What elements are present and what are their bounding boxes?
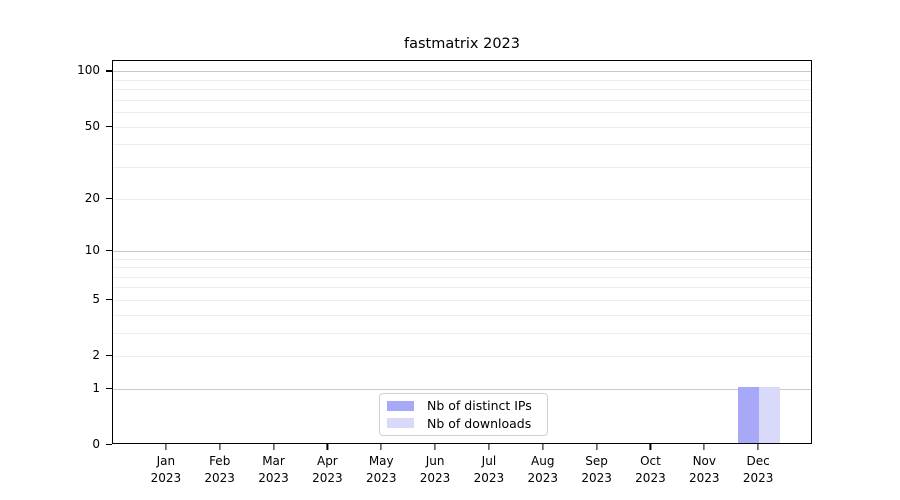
bar-downloads [759,386,781,443]
y-tick-label: 5 [92,291,100,306]
legend-item: Nb of downloads [387,415,540,433]
x-tick-label: Mar 2023 [244,453,304,486]
y-axis: 0 1 2 5 10 20 50 100 [0,60,112,450]
gridline-minor [113,356,811,358]
x-tick-month: Feb [209,454,231,468]
gridline-major [113,250,811,252]
x-tick-year: 2023 [312,470,343,485]
x-tick-mark [542,444,544,450]
legend-label: Nb of downloads [427,415,532,431]
x-tick-label: Apr 2023 [297,453,357,486]
gridline-minor [113,99,811,101]
gridline-major [113,388,811,390]
gridline-minor [113,79,811,81]
x-tick-year: 2023 [258,470,289,485]
legend-swatch-distinct-ips [387,400,414,411]
x-tick-month: Jun [425,454,445,468]
x-tick-year: 2023 [419,470,451,485]
y-tick-label: 0 [92,437,100,451]
x-tick-label: Feb 2023 [190,453,250,486]
legend-label: Nb of distinct IPs [427,398,532,414]
x-axis: Jan 2023 Feb 2023 Mar 2023 Apr 2023 May 2023 Jun 20… [112,444,812,500]
gridline-minor [113,314,811,316]
chart-title: fastmatrix 2023 [403,36,520,52]
x-tick-label: Aug 2023 [513,453,573,486]
x-tick-year: 2023 [150,470,182,485]
x-tick-mark [326,444,328,450]
gridline-minor [113,267,811,269]
gridline-minor [113,299,811,301]
x-tick-mark [596,444,598,450]
x-tick-month: Nov [692,454,716,468]
x-tick-mark [434,444,436,450]
x-tick-mark [219,444,221,450]
x-tick-label: Nov 2023 [674,453,734,486]
x-tick-year: 2023 [365,470,397,485]
chart: fastmatrix 2023 0 1 2 5 10 20 50 100 Nb of dist… [0,0,900,500]
x-tick-label: Dec 2023 [728,453,788,486]
x-tick-mark [703,444,705,450]
x-tick-label: Oct 2023 [620,453,680,486]
x-tick-month: Oct [640,454,661,468]
x-tick-year: 2023 [581,470,612,485]
gridline-minor [113,276,811,278]
gridline-minor [113,126,811,128]
legend-item: Nb of distinct IPs [387,397,540,415]
gridline-major [113,71,811,73]
x-tick-label: Sep 2023 [567,453,627,486]
x-tick-mark [488,444,490,450]
gridline-minor [113,332,811,334]
gridline-minor [113,258,811,260]
gridline-minor [113,287,811,289]
x-tick-mark [757,444,759,450]
x-tick-year: 2023 [635,470,666,485]
x-tick-month: Mar [262,454,285,468]
x-tick-month: Dec [746,454,770,468]
x-tick-month: Jul [481,454,497,468]
x-tick-month: May [368,454,394,468]
y-tick-label: 2 [92,348,100,363]
gridline-minor [113,112,811,114]
x-tick-year: 2023 [473,470,505,485]
x-tick-mark [272,444,275,450]
x-tick-label: Jul 2023 [459,453,519,486]
gridline-minor [113,198,811,200]
x-tick-mark [649,444,652,450]
x-tick-label: Jan 2023 [136,453,196,486]
x-tick-year: 2023 [742,470,774,485]
x-tick-label: May 2023 [351,453,411,486]
x-tick-month: Aug [531,454,555,468]
y-tick-label: 20 [84,190,100,205]
x-tick-mark [380,444,382,450]
x-tick-month: Apr [316,454,338,468]
gridline-minor [113,89,811,91]
y-tick-label: 50 [84,118,100,133]
plot-area: Nb of distinct IPs Nb of downloads [112,60,812,444]
x-tick-mark [165,444,167,450]
x-tick-year: 2023 [689,470,720,485]
x-tick-year: 2023 [204,470,235,485]
y-tick-label: 1 [92,380,100,395]
y-tick-label: 10 [84,242,100,257]
x-tick-month: Sep [585,454,608,468]
x-tick-year: 2023 [527,470,559,485]
x-tick-month: Jan [156,454,176,468]
bar-distinct-ips [738,386,760,443]
legend-swatch-downloads [387,418,414,429]
x-tick-label: Jun 2023 [405,453,465,486]
gridline-minor [113,144,811,146]
gridline-minor [113,166,811,168]
y-tick-label: 100 [77,63,100,78]
legend: Nb of distinct IPs Nb of downloads [379,393,548,436]
